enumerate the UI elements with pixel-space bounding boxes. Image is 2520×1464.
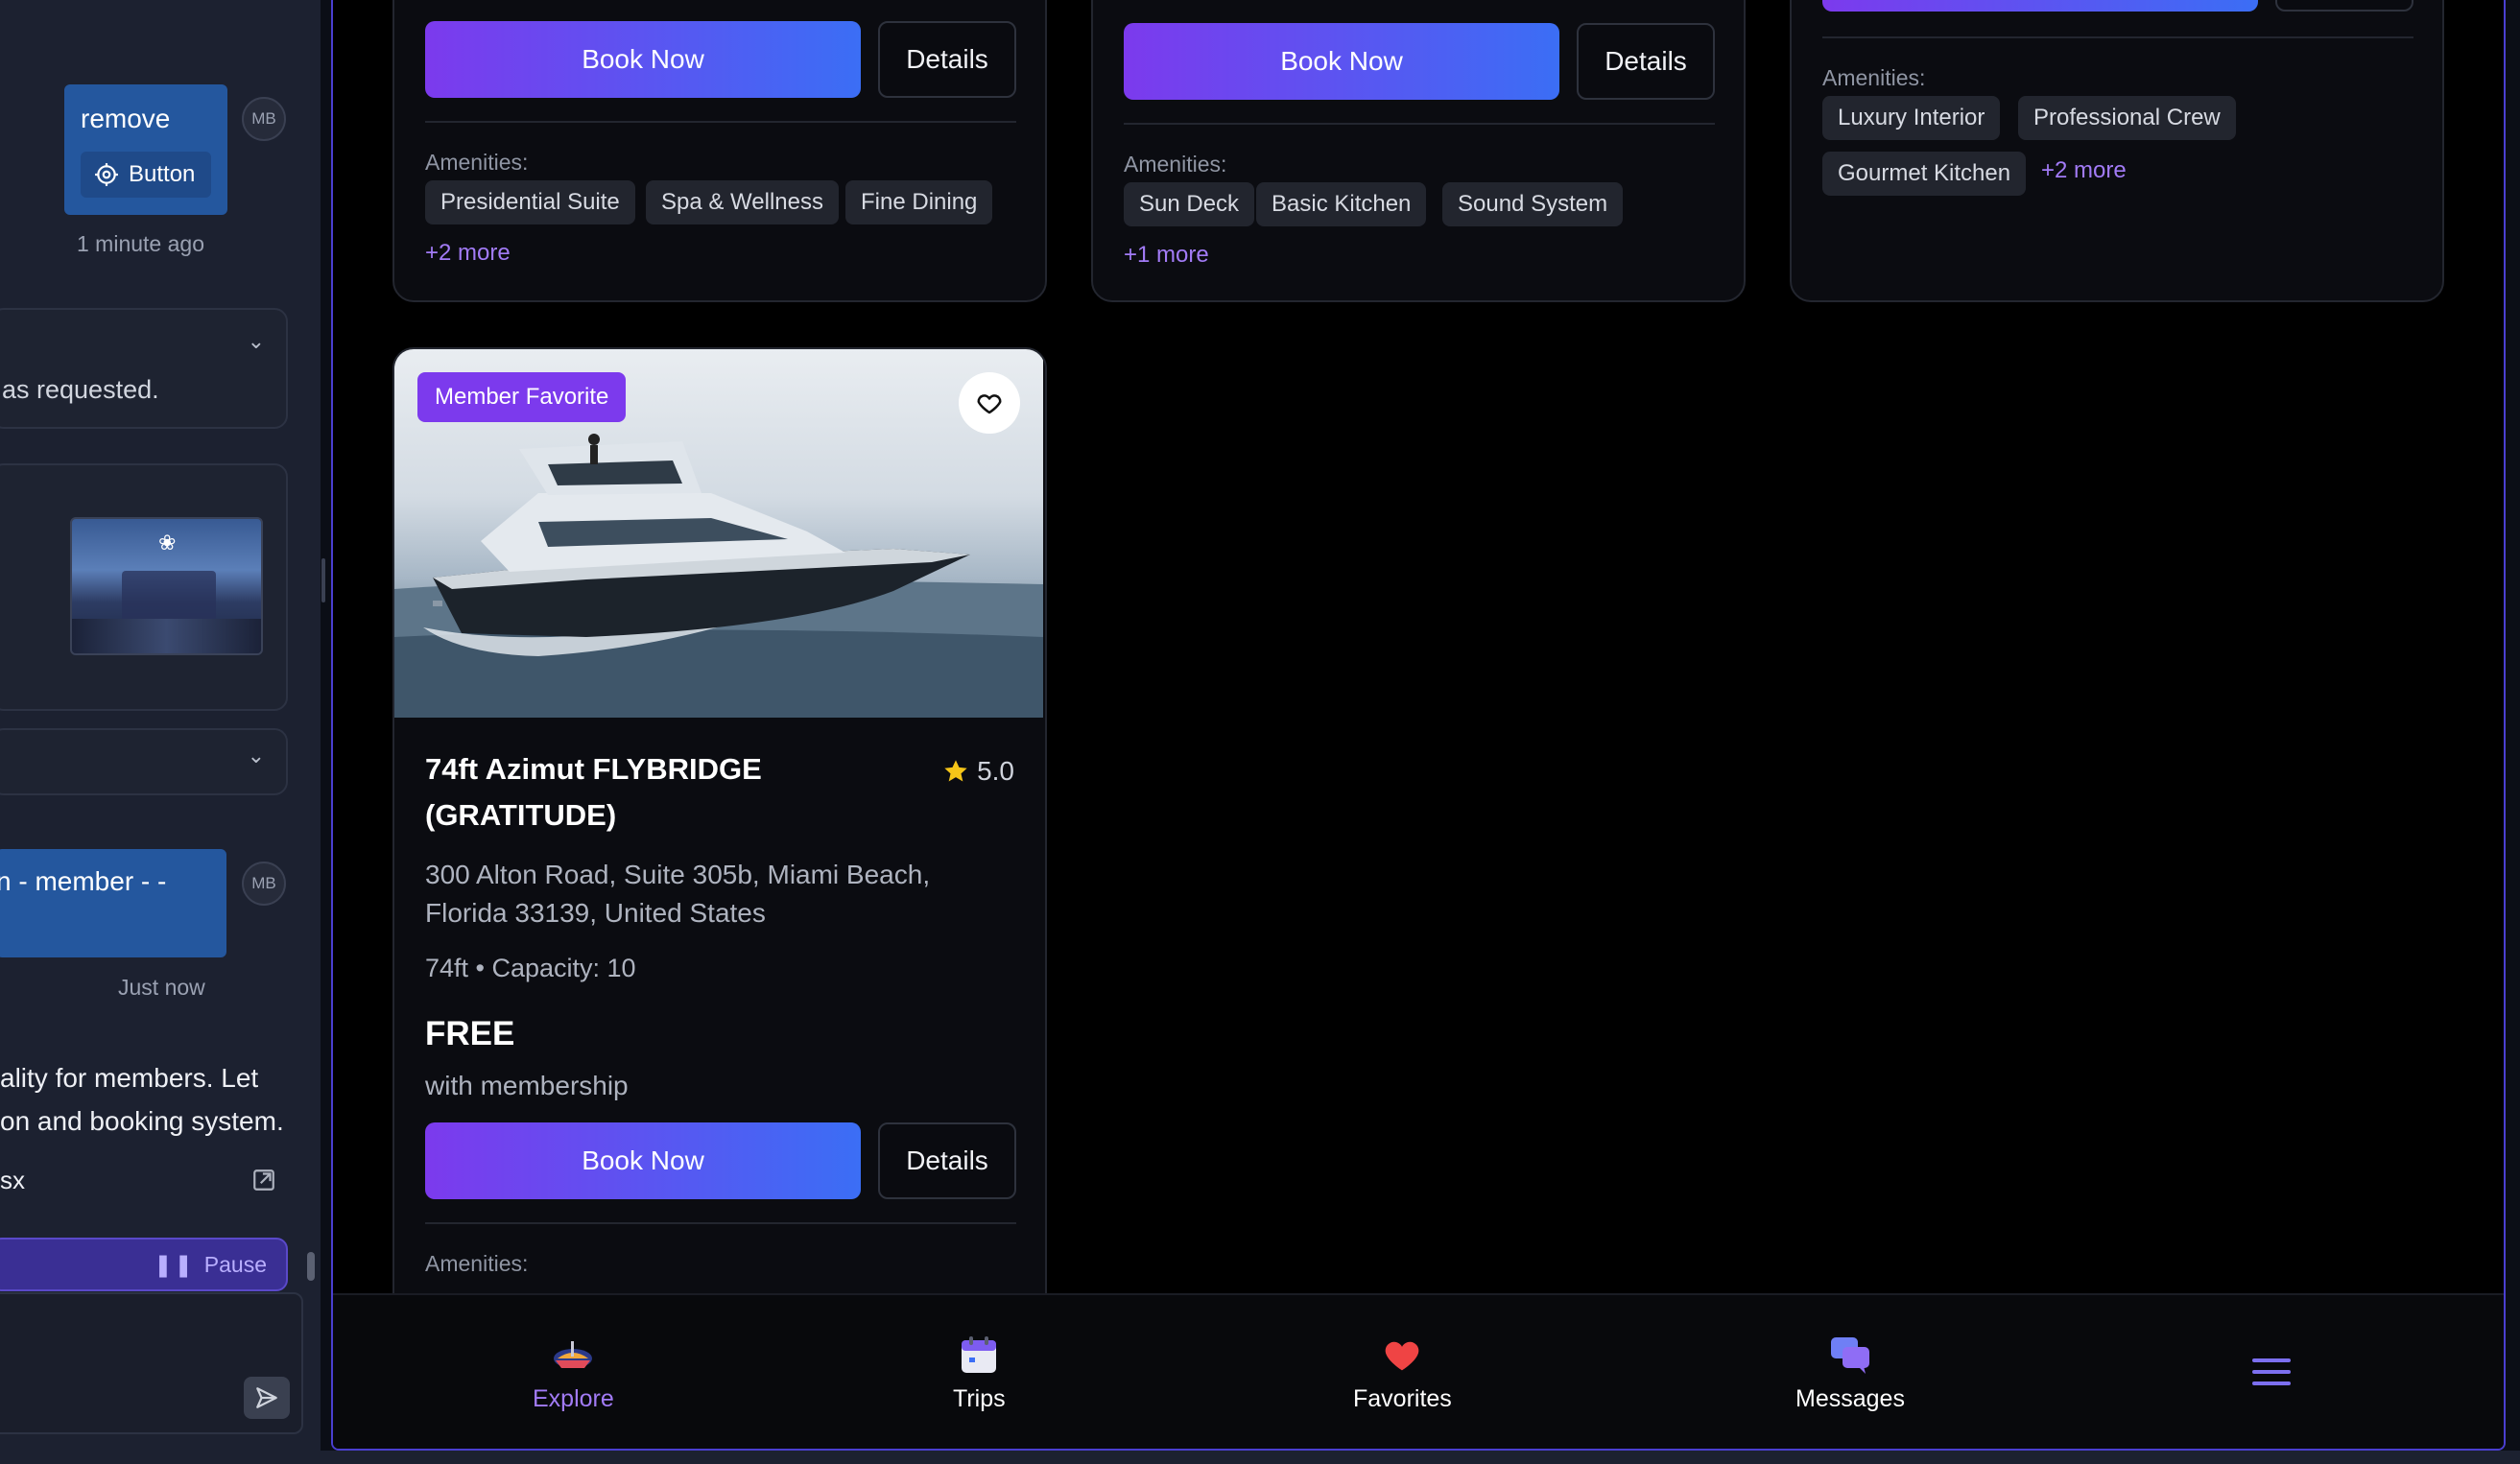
chat-bubbles-icon bbox=[1829, 1334, 1871, 1376]
book-now-button[interactable]: Book Now bbox=[425, 1122, 861, 1199]
yacht-card-featured[interactable]: Member Favorite 74ft Azimut FLYBRIDGE (G… bbox=[392, 347, 1047, 1403]
send-button[interactable] bbox=[244, 1377, 290, 1419]
amenity-chip: Sound System bbox=[1442, 182, 1624, 226]
yacht-card: Book Now Details Amenities: Presidential… bbox=[392, 0, 1047, 302]
amenities-label: Amenities: bbox=[425, 1251, 529, 1276]
divider bbox=[1822, 36, 2413, 38]
nav-favorites-label: Favorites bbox=[1353, 1385, 1452, 1412]
star-icon bbox=[944, 760, 967, 782]
message-bubble: n - member - - bbox=[0, 849, 226, 957]
chat-panel: remove Button MB 1 minute ago ⌄ as reque… bbox=[0, 0, 321, 1464]
hamburger-icon-line bbox=[2252, 1381, 2291, 1385]
nav-trips-label: Trips bbox=[953, 1385, 1006, 1412]
collapsible-message[interactable]: ⌄ as requested. bbox=[0, 308, 288, 429]
amenities-label: Amenities: bbox=[1124, 152, 1227, 177]
divider bbox=[1124, 123, 1715, 125]
file-name: sx bbox=[0, 1166, 25, 1194]
bottom-nav: Explore Trips Favorites Messages bbox=[333, 1293, 2504, 1449]
yacht-photo[interactable]: Member Favorite bbox=[394, 349, 1043, 718]
pause-button[interactable]: ❚❚ Pause bbox=[0, 1238, 288, 1291]
yacht-card: Book Now Details Amenities: Sun Deck Bas… bbox=[1091, 0, 1746, 302]
assistant-text-line: ality for members. Let bbox=[0, 1063, 259, 1093]
divider bbox=[425, 1222, 1016, 1224]
logo-icon: ❀ bbox=[158, 531, 177, 555]
rating: 5.0 bbox=[942, 756, 1014, 787]
amenity-chip: Fine Dining bbox=[845, 180, 993, 224]
message-button-label: Button bbox=[129, 161, 196, 187]
collapsed-text: as requested. bbox=[2, 375, 159, 404]
yacht-card: Amenities: Luxury Interior Professional … bbox=[1790, 0, 2444, 302]
hamburger-icon-line bbox=[2252, 1358, 2291, 1362]
panel-resize-handle[interactable] bbox=[321, 558, 325, 602]
collapsible-section[interactable]: ⌄ bbox=[0, 728, 288, 795]
nav-explore[interactable]: Explore bbox=[533, 1334, 614, 1413]
amenity-chip: Sun Deck bbox=[1124, 182, 1255, 226]
chat-input[interactable] bbox=[0, 1292, 303, 1434]
amenity-chip: Presidential Suite bbox=[425, 180, 635, 224]
amenity-chip: Luxury Interior bbox=[1822, 96, 2001, 140]
heart-icon bbox=[1381, 1334, 1423, 1376]
rating-value: 5.0 bbox=[977, 756, 1014, 786]
assistant-text-line: on and booking system. bbox=[0, 1106, 284, 1136]
hamburger-icon-line bbox=[2252, 1370, 2291, 1374]
divider bbox=[425, 121, 1016, 123]
chevron-down-icon[interactable]: ⌄ bbox=[248, 744, 265, 768]
nav-favorites[interactable]: Favorites bbox=[1353, 1334, 1452, 1413]
details-button[interactable]: Details bbox=[878, 21, 1016, 98]
send-icon bbox=[256, 1387, 277, 1408]
message-text: remove bbox=[81, 104, 171, 133]
nav-messages-label: Messages bbox=[1795, 1385, 1905, 1412]
screenshot-thumbnail[interactable]: ❀ bbox=[70, 517, 263, 655]
message-timestamp: Just now bbox=[118, 975, 205, 1000]
bottom-strip bbox=[0, 1451, 2520, 1464]
more-amenities-link[interactable]: +2 more bbox=[2041, 157, 2127, 184]
message-text: n - member - - bbox=[0, 866, 167, 896]
message-timestamp: 1 minute ago bbox=[77, 231, 204, 256]
price-note: with membership bbox=[425, 1071, 629, 1100]
target-icon bbox=[95, 163, 118, 186]
yacht-address: 300 Alton Road, Suite 305b, Miami Beach,… bbox=[425, 860, 931, 928]
calendar-icon bbox=[958, 1334, 1000, 1376]
book-now-button[interactable]: Book Now bbox=[425, 21, 861, 98]
nav-explore-label: Explore bbox=[533, 1385, 614, 1412]
nav-trips[interactable]: Trips bbox=[953, 1334, 1006, 1413]
thumbnail-pier bbox=[72, 619, 261, 653]
amenity-chip: Professional Crew bbox=[2018, 96, 2236, 140]
book-now-button[interactable] bbox=[1822, 0, 2258, 12]
nav-messages[interactable]: Messages bbox=[1795, 1334, 1905, 1413]
message-button[interactable]: Button bbox=[81, 152, 211, 198]
avatar: MB bbox=[242, 97, 286, 141]
yacht-title[interactable]: 74ft Azimut FLYBRIDGE (GRATITUDE) bbox=[425, 746, 924, 838]
message-bubble: remove Button bbox=[64, 84, 227, 215]
amenity-chip: Spa & Wellness bbox=[646, 180, 839, 224]
amenities-label: Amenities: bbox=[425, 150, 529, 175]
pause-label: Pause bbox=[203, 1251, 267, 1277]
favorite-button[interactable] bbox=[959, 372, 1020, 434]
pause-icon: ❚❚ bbox=[154, 1251, 195, 1277]
amenities-label: Amenities: bbox=[1822, 65, 1926, 90]
details-button[interactable]: Details bbox=[1577, 23, 1715, 100]
menu-button[interactable] bbox=[2252, 1358, 2291, 1391]
amenity-chip: Gourmet Kitchen bbox=[1822, 152, 2027, 196]
yacht-price: FREE bbox=[425, 1015, 515, 1052]
more-amenities-link[interactable]: +2 more bbox=[425, 240, 511, 267]
heart-icon bbox=[977, 394, 1002, 414]
member-favorite-badge: Member Favorite bbox=[417, 372, 627, 422]
details-button[interactable] bbox=[2275, 0, 2413, 12]
chevron-down-icon[interactable]: ⌄ bbox=[248, 329, 265, 354]
boat-icon bbox=[552, 1334, 594, 1376]
book-now-button[interactable]: Book Now bbox=[1124, 23, 1559, 100]
amenity-chip: Basic Kitchen bbox=[1256, 182, 1427, 226]
yacht-specs: 74ft • Capacity: 10 bbox=[425, 954, 636, 982]
more-amenities-link[interactable]: +1 more bbox=[1124, 242, 1209, 269]
avatar: MB bbox=[242, 862, 286, 906]
open-external-icon[interactable] bbox=[251, 1168, 276, 1192]
app-viewport: Book Now Details Amenities: Presidential… bbox=[331, 0, 2506, 1451]
scrollbar[interactable] bbox=[307, 1252, 315, 1281]
details-button[interactable]: Details bbox=[878, 1122, 1016, 1199]
